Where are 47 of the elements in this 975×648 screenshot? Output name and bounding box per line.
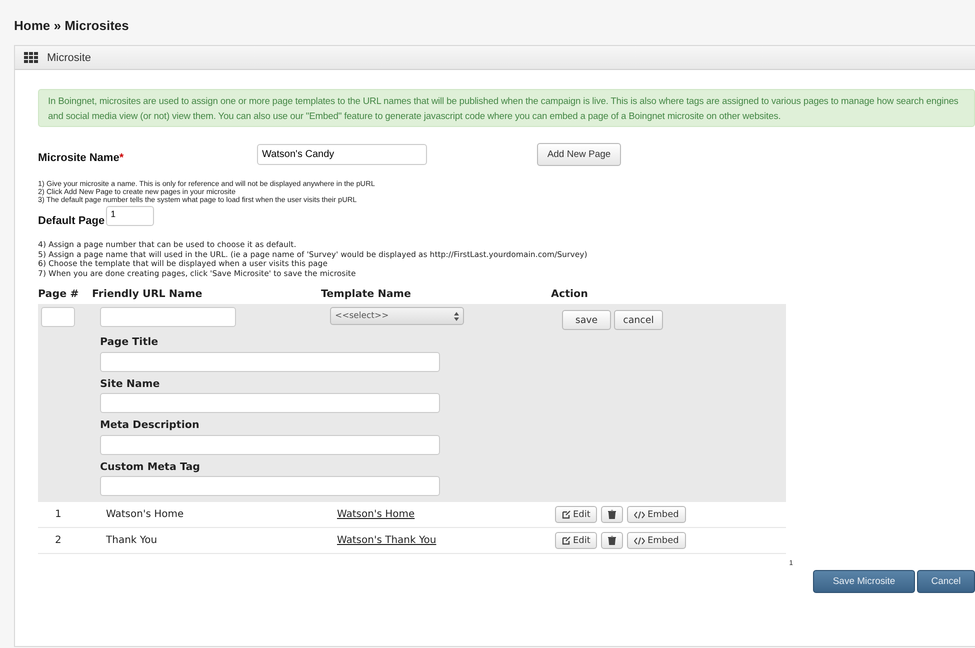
edit-button[interactable]: Edit [555,506,598,524]
info-message: In Boingnet, microsites are used to assign one or more page templates to the URL names that will be published when the campaign is live. This is also where tags are assigned to various pages to manage how search engines and social media view (or not) view them. You can also use our "Embed" feature to generate javascript code where you can embed a page of a Boingnet microsite on other websites. [38,89,975,127]
field-label: Page Title [100,336,160,350]
table-cell-text: 1 [54,509,62,520]
trash-icon [608,536,616,546]
field-label: Microsite Name* [38,152,125,164]
embed-button[interactable]: Embed [627,532,686,550]
save-microsite-button[interactable]: Save Microsite [813,570,915,594]
field-label: Meta Description [100,419,200,432]
template-select[interactable]: <<select>> [330,307,464,326]
field-label: Custom Meta Tag [100,460,202,474]
microsite-name-field[interactable]: Watson's Candy [257,144,427,164]
default-page-field[interactable]: 1 [106,206,154,226]
grid-icon [24,52,38,63]
updown-arrows-icon [454,312,459,321]
panel-title: Microsite [47,52,92,64]
page-number-field[interactable] [41,307,75,328]
text-field[interactable] [100,393,440,414]
cancel-button[interactable]: cancel [614,310,663,330]
delete-button[interactable] [601,506,624,524]
field-label: Default Page [38,215,105,227]
save-button[interactable]: save [562,310,611,330]
breadcrumb: Home » Microsites [13,17,130,35]
trash-icon [608,510,616,520]
table-cell-text: Watson's Home [106,509,185,520]
column-header: Action [551,288,588,300]
friendly-url-field[interactable] [100,307,236,328]
column-header: Friendly URL Name [92,288,204,300]
field-label: Site Name [100,378,161,391]
add-new-page-button[interactable]: Add New Page [537,142,621,166]
column-header: Template Name [321,288,412,300]
text-field[interactable] [100,434,440,455]
edit-button[interactable]: Edit [555,532,598,550]
template-link[interactable]: Watson's Home [337,509,415,520]
pencil-icon [562,510,571,520]
cancel-button[interactable]: Cancel [917,570,975,594]
table-cell-text: 2 [54,535,62,546]
delete-button[interactable] [601,532,624,550]
embed-button[interactable]: Embed [627,506,686,524]
column-header: Page # [38,288,80,300]
code-icon [634,510,646,519]
pencil-icon [562,536,571,546]
table-cell-text: Thank You [106,535,158,546]
text-field[interactable] [100,352,440,372]
template-link[interactable]: Watson's Thank You [337,535,436,546]
code-icon [634,536,646,545]
text-field[interactable] [100,476,440,496]
